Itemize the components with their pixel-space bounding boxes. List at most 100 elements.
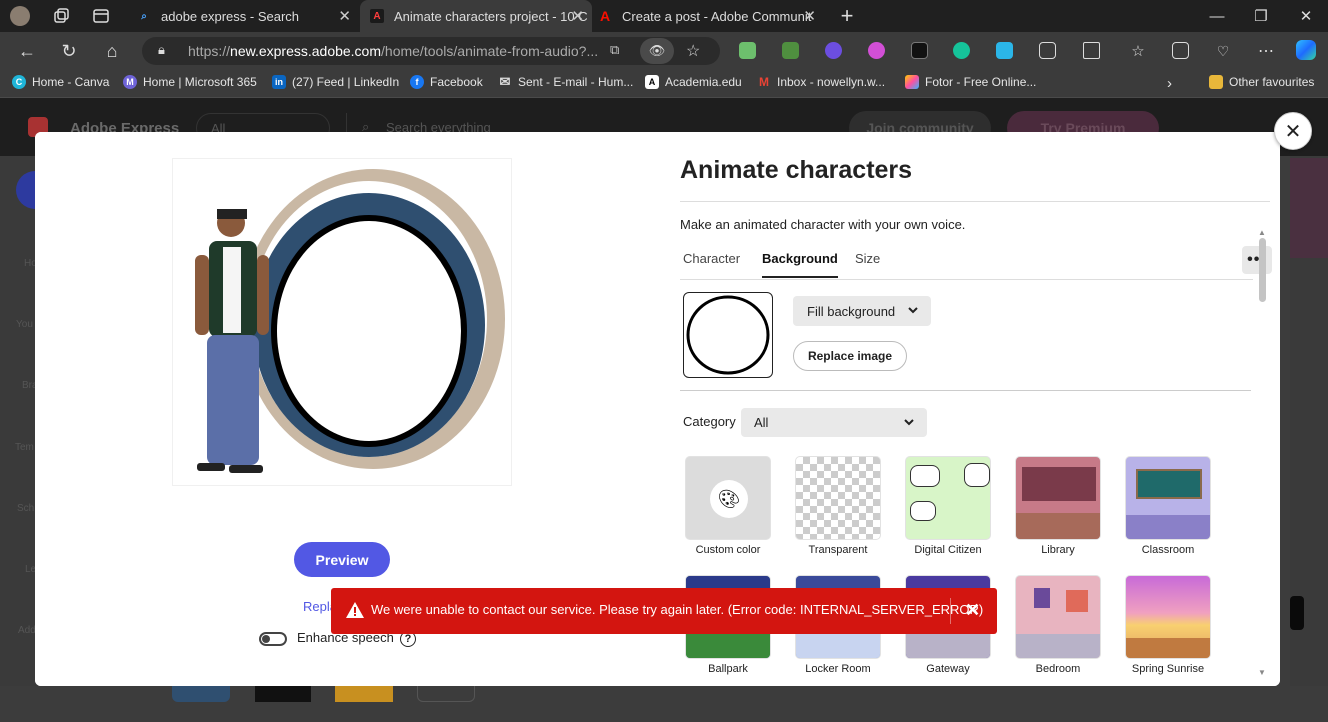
- extension-play-icon[interactable]: [911, 42, 928, 59]
- lock-icon: 🔒︎: [158, 42, 165, 57]
- warning-icon: [345, 601, 365, 624]
- favorites-icon[interactable]: ☆: [1124, 38, 1152, 64]
- favorite-canva[interactable]: C Home - Canva: [12, 75, 109, 89]
- bookshelf-icon: [1022, 467, 1096, 501]
- favorite-gmail[interactable]: M Inbox - nowellyn.w...: [757, 75, 885, 89]
- preview-button[interactable]: Preview: [294, 542, 390, 577]
- category-label: Category: [683, 414, 736, 429]
- favorite-microsoft365[interactable]: M Home | Microsoft 365: [123, 75, 257, 89]
- scrollbar-thumb[interactable]: [1259, 238, 1266, 302]
- settings-more-icon[interactable]: ⋯: [1252, 38, 1280, 64]
- poster: [1066, 590, 1088, 612]
- academia-icon: A: [645, 75, 659, 89]
- tab-animate-characters[interactable]: A Animate characters project - 10 C ✕: [360, 0, 592, 32]
- tab-title: adobe express - Search: [161, 8, 300, 24]
- favorite-academia[interactable]: A Academia.edu: [645, 75, 742, 89]
- restore-icon[interactable]: ❐: [1239, 0, 1283, 32]
- favorite-facebook[interactable]: f Facebook: [410, 75, 483, 89]
- facebook-icon: f: [410, 75, 424, 89]
- home-icon[interactable]: ⌂: [98, 38, 126, 64]
- background-thumbnails-strip: [0, 686, 1328, 722]
- profile-avatar-icon[interactable]: [10, 6, 30, 26]
- speech-bubble-icon: [910, 465, 940, 487]
- background-option-digital-citizen[interactable]: [905, 456, 991, 540]
- chalkboard-icon: [1136, 469, 1202, 499]
- thumbnail[interactable]: [335, 686, 393, 702]
- adobe-express-right-edge: [1290, 156, 1328, 722]
- background-option-label: Custom color: [695, 544, 761, 556]
- background-option-label: Gateway: [926, 663, 970, 675]
- extension-photos-icon[interactable]: [739, 42, 756, 59]
- tab-background[interactable]: Background: [762, 251, 838, 278]
- favorite-linkedin[interactable]: in (27) Feed | LinkedIn: [272, 75, 399, 89]
- divider: [680, 201, 1270, 202]
- sidebar-item-schedule[interactable]: Sch: [17, 503, 34, 514]
- vertical-tabs-icon[interactable]: [91, 6, 111, 26]
- back-icon[interactable]: ←: [13, 38, 41, 64]
- thumbnail[interactable]: [255, 686, 311, 702]
- scroll-up-arrow-icon[interactable]: ▲: [1258, 228, 1266, 237]
- favorite-fotor[interactable]: Fotor - Free Online...: [905, 75, 1036, 89]
- close-modal-button[interactable]: ✕: [1274, 112, 1312, 150]
- tab-character[interactable]: Character: [683, 251, 740, 276]
- button-fragment: [1290, 596, 1304, 630]
- extension-grammarly-icon[interactable]: [953, 42, 970, 59]
- favorite-star-icon[interactable]: ☆: [686, 41, 700, 61]
- favorite-email[interactable]: ✉ Sent - E-mail - Hum...: [498, 74, 634, 89]
- background-option-label: Transparent: [808, 544, 868, 556]
- copilot-icon[interactable]: [1296, 40, 1316, 60]
- sidebar-item-your-stuff[interactable]: You: [16, 319, 33, 330]
- more-options-button[interactable]: •••: [1242, 246, 1272, 274]
- close-window-icon[interactable]: ✕: [1284, 0, 1328, 32]
- refresh-icon[interactable]: ↻: [55, 38, 83, 64]
- open-app-icon[interactable]: ⧉: [610, 42, 619, 58]
- scrollbar[interactable]: ▲ ▼: [1258, 228, 1266, 677]
- new-tab-button[interactable]: +: [835, 0, 859, 32]
- extension-image-icon[interactable]: [782, 42, 799, 59]
- tracking-prevention-icon[interactable]: 👁︎: [640, 38, 674, 64]
- close-tab-icon[interactable]: ✕: [571, 7, 584, 25]
- close-toast-button[interactable]: ✕: [965, 600, 980, 621]
- close-tab-icon[interactable]: ✕: [338, 7, 351, 25]
- fill-background-label: Fill background: [807, 303, 896, 319]
- address-bar[interactable]: 🔒︎ https://new.express.adobe.com/home/to…: [142, 37, 720, 65]
- thumbnail[interactable]: [172, 686, 230, 702]
- poster: [1034, 588, 1050, 608]
- enhance-speech-toggle[interactable]: [259, 632, 287, 646]
- chevron-down-icon: [907, 304, 919, 319]
- category-dropdown[interactable]: All: [741, 408, 927, 437]
- tab-adobe-community[interactable]: A Create a post - Adobe Communit ✕: [592, 0, 824, 32]
- extension-copilot-icon[interactable]: [868, 42, 885, 59]
- current-background-thumbnail[interactable]: [683, 292, 773, 378]
- thumbnail[interactable]: [417, 686, 475, 702]
- scroll-down-arrow-icon[interactable]: ▼: [1258, 668, 1266, 677]
- background-option-transparent[interactable]: [795, 456, 881, 540]
- divider: [950, 598, 951, 624]
- background-option-spring-sunrise[interactable]: [1125, 575, 1211, 659]
- background-option-bedroom[interactable]: [1015, 575, 1101, 659]
- background-option-classroom[interactable]: [1125, 456, 1211, 540]
- sidebar-item-add-ons[interactable]: Add: [18, 625, 36, 636]
- tab-search[interactable]: ⌕ adobe express - Search ✕: [127, 0, 359, 32]
- background-option-custom-color[interactable]: 🎨︎: [685, 456, 771, 540]
- sidebar-item-templates[interactable]: Tem: [15, 442, 34, 453]
- extensions-puzzle-icon[interactable]: [1039, 42, 1056, 59]
- workspaces-icon[interactable]: [51, 6, 71, 26]
- split-screen-icon[interactable]: [1083, 42, 1100, 59]
- other-favorites-folder[interactable]: Other favourites: [1209, 75, 1314, 89]
- browser-essentials-icon[interactable]: ♡: [1209, 38, 1237, 64]
- gmail-icon: M: [759, 75, 769, 89]
- extension-circle-icon[interactable]: [825, 42, 842, 59]
- mail-icon: ✉: [499, 74, 511, 89]
- background-option-library[interactable]: [1015, 456, 1101, 540]
- replace-image-button[interactable]: Replace image: [793, 341, 907, 371]
- minimize-icon[interactable]: —: [1195, 0, 1239, 32]
- tab-size[interactable]: Size: [855, 251, 880, 276]
- favorites-overflow-icon[interactable]: ›: [1167, 75, 1172, 92]
- chevron-down-icon: [903, 416, 915, 431]
- fill-background-dropdown[interactable]: Fill background: [793, 296, 931, 326]
- close-tab-icon[interactable]: ✕: [803, 7, 816, 25]
- adobe-express-icon: A: [370, 9, 384, 23]
- extension-music-icon[interactable]: [996, 42, 1013, 59]
- collections-icon[interactable]: [1172, 42, 1189, 59]
